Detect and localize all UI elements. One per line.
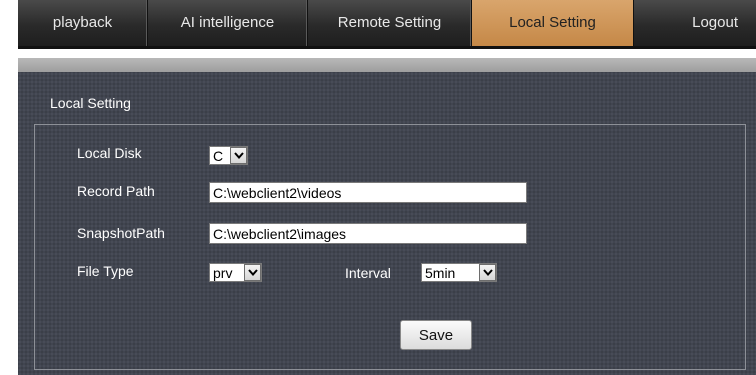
tab-logout[interactable]: Logout	[634, 0, 756, 46]
sub-toolbar	[18, 58, 756, 72]
file-type-label: File Type	[77, 263, 134, 279]
local-disk-select[interactable]: C	[209, 146, 248, 165]
save-button[interactable]: Save	[400, 320, 472, 350]
chevron-down-icon[interactable]	[479, 264, 496, 281]
nav-divider	[18, 46, 756, 49]
interval-label: Interval	[345, 265, 391, 281]
file-type-select[interactable]: prv	[209, 263, 262, 282]
file-type-value: prv	[213, 264, 233, 281]
interval-select[interactable]: 5min	[421, 263, 497, 282]
local-disk-label: Local Disk	[77, 145, 142, 161]
snapshot-path-input[interactable]	[209, 223, 527, 244]
snapshot-path-label: SnapshotPath	[77, 225, 165, 241]
interval-value: 5min	[425, 264, 456, 281]
tab-playback[interactable]: playback	[18, 0, 148, 46]
content-area: Local Setting Local Disk C Record Path S…	[18, 72, 756, 375]
tab-local-setting[interactable]: Local Setting	[472, 0, 634, 46]
record-path-input[interactable]	[209, 182, 527, 203]
chevron-down-icon[interactable]	[244, 264, 261, 281]
chevron-down-icon[interactable]	[230, 147, 247, 164]
section-title: Local Setting	[50, 95, 131, 111]
tab-remote-setting[interactable]: Remote Setting	[308, 0, 472, 46]
record-path-label: Record Path	[77, 183, 155, 199]
local-disk-value: C	[213, 147, 224, 164]
settings-panel: Local Disk C Record Path SnapshotPath Fi…	[34, 124, 746, 370]
tab-ai-intelligence[interactable]: AI intelligence	[148, 0, 308, 46]
top-nav: playback AI intelligence Remote Setting …	[18, 0, 756, 46]
